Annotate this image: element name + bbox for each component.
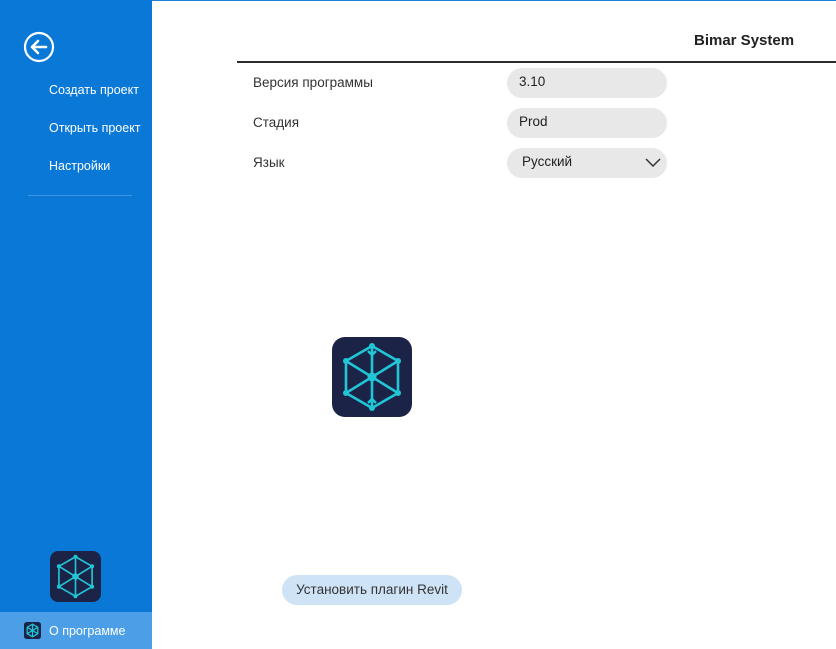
sidebar-divider — [28, 195, 132, 196]
back-arrow-icon — [23, 31, 55, 63]
stage-value-field: Prod — [507, 108, 667, 138]
app-title: Bimar System — [694, 32, 795, 49]
cube-hexagon-logo-icon — [332, 337, 412, 417]
language-select[interactable]: Русский — [507, 148, 667, 178]
language-label: Язык — [253, 155, 285, 170]
sidebar: Создать проект Открыть проект Настройки — [0, 0, 152, 649]
install-revit-plugin-button[interactable]: Установить плагин Revit — [282, 575, 462, 605]
window-top-border — [152, 0, 836, 1]
version-value-field: 3.10 — [507, 68, 667, 98]
about-item-icon — [24, 622, 41, 639]
stage-label: Стадия — [253, 115, 300, 130]
sidebar-logo — [50, 551, 101, 602]
sidebar-item-about[interactable]: О программе — [0, 612, 152, 649]
sidebar-item-about-label: О программе — [49, 624, 126, 638]
version-label: Версия программы — [253, 75, 373, 90]
language-selected-value: Русский — [522, 154, 573, 169]
app-logo — [332, 337, 412, 417]
sidebar-item-open-project[interactable]: Открыть проект — [49, 121, 141, 135]
version-value: 3.10 — [519, 74, 546, 89]
sidebar-item-create-project[interactable]: Создать проект — [49, 83, 139, 97]
chevron-down-icon — [645, 158, 661, 168]
cube-hexagon-logo-icon — [50, 551, 101, 602]
cube-hexagon-logo-icon — [24, 622, 41, 639]
stage-value: Prod — [519, 114, 548, 129]
sidebar-item-settings[interactable]: Настройки — [49, 159, 110, 173]
back-button[interactable] — [23, 31, 55, 63]
title-divider — [237, 61, 836, 63]
